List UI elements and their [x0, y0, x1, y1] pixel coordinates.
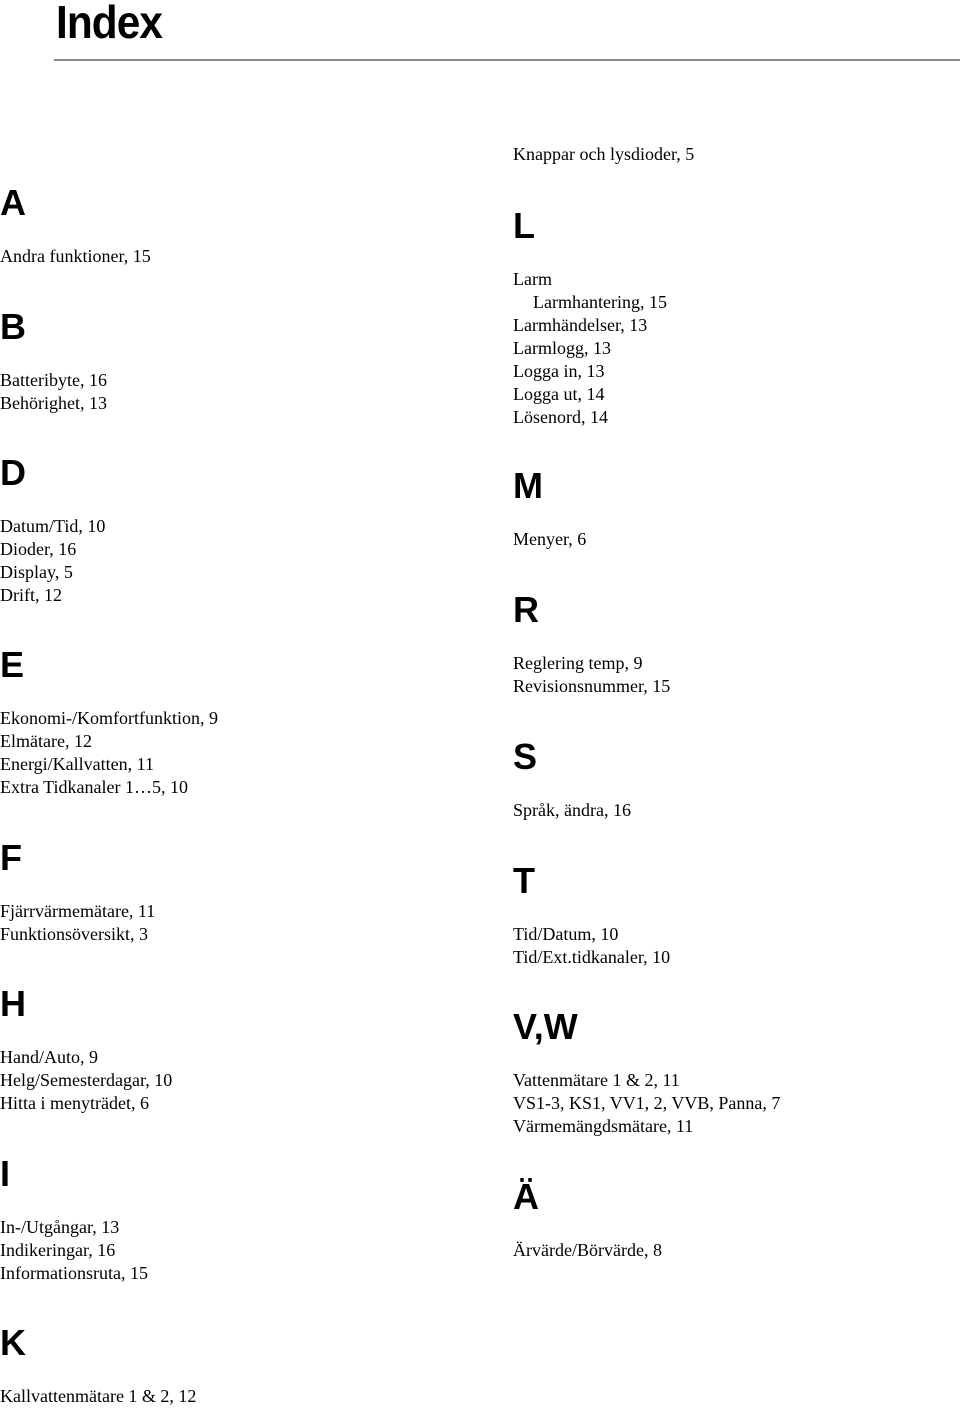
index-entry: Energi/Kallvatten, 11 [0, 754, 154, 774]
section-letter: K [0, 1322, 26, 1363]
index-entry: Revisionsnummer, 15 [513, 676, 671, 696]
index-entry: Tid/Datum, 10 [513, 924, 619, 944]
index-entry: Extra Tidkanaler 1…5, 10 [0, 777, 188, 797]
section-letter: A [0, 182, 26, 223]
section-letter: D [0, 452, 26, 493]
section-letter: R [513, 589, 539, 630]
section-letter: B [0, 306, 26, 347]
index-entry: Värmemängdsmätare, 11 [513, 1116, 694, 1136]
index-section-s: S Språk, ändra, 16 [513, 737, 631, 822]
index-entry: Helg/Semesterdagar, 10 [0, 1070, 173, 1090]
section-letter: H [0, 983, 26, 1024]
index-entry: Språk, ändra, 16 [513, 800, 631, 820]
index-entry: VS1-3, KS1, VV1, 2, VVB, Panna, 7 [513, 1093, 781, 1113]
index-section-m: M Menyer, 6 [513, 466, 586, 551]
index-entry: Logga ut, 14 [513, 384, 605, 404]
index-entry: Drift, 12 [0, 585, 62, 605]
index-entry: Vattenmätare 1 & 2, 11 [513, 1070, 680, 1090]
index-section-r: R Reglering temp, 9 Revisionsnummer, 15 [513, 590, 670, 698]
title-divider [54, 59, 960, 61]
index-entry: Larmhändelser, 13 [513, 315, 648, 335]
section-letter: F [0, 837, 22, 878]
index-section-vw: V,W Vattenmätare 1 & 2, 11 VS1-3, KS1, V… [513, 1007, 780, 1138]
index-entry: Ärvärde/Börvärde, 8 [513, 1240, 662, 1260]
index-entry: Fjärrvärmemätare, 11 [0, 901, 156, 921]
index-entry: Hand/Auto, 9 [0, 1047, 98, 1067]
index-entry: In-/Utgångar, 13 [0, 1217, 120, 1237]
index-section-f: F Fjärrvärmemätare, 11 Funktionsöversikt… [0, 838, 155, 946]
index-section-k: K Kallvattenmätare 1 & 2, 12 [0, 1323, 196, 1408]
index-entry: Tid/Ext.tidkanaler, 10 [513, 947, 671, 967]
index-entry: Menyer, 6 [513, 529, 587, 549]
index-entry: Ekonomi-/Komfortfunktion, 9 [0, 708, 218, 728]
section-letter: T [513, 860, 535, 901]
index-entry: Reglering temp, 9 [513, 653, 643, 673]
index-subentry: Larmhantering, 15 [533, 292, 667, 312]
index-entry: Andra funktioner, 15 [0, 246, 151, 266]
index-entry: Elmätare, 12 [0, 731, 92, 751]
index-entry: Hitta i menyträdet, 6 [0, 1093, 149, 1113]
index-section-a: A Andra funktioner, 15 [0, 183, 151, 268]
index-entry: Datum/Tid, 10 [0, 516, 106, 536]
index-entry: Funktionsöversikt, 3 [0, 924, 149, 944]
index-entry: Lösenord, 14 [513, 407, 608, 427]
index-section-t: T Tid/Datum, 10 Tid/Ext.tidkanaler, 10 [513, 861, 670, 969]
index-entry: Dioder, 16 [0, 539, 77, 559]
index-entry: Larm [513, 269, 552, 289]
index-entry: Batteribyte, 16 [0, 370, 107, 390]
index-entry: Kallvattenmätare 1 & 2, 12 [0, 1386, 197, 1406]
section-letter: I [0, 1153, 11, 1194]
index-entry: Indikeringar, 16 [0, 1240, 116, 1260]
index-section-d: D Datum/Tid, 10 Dioder, 16 Display, 5 Dr… [0, 453, 105, 607]
section-letter: E [0, 644, 25, 685]
section-letter: M [513, 465, 543, 506]
index-section-h: H Hand/Auto, 9 Helg/Semesterdagar, 10 Hi… [0, 984, 172, 1115]
index-section-i: I In-/Utgångar, 13 Indikeringar, 16 Info… [0, 1154, 148, 1285]
index-entry: Informationsruta, 15 [0, 1263, 148, 1283]
index-section-l: L Larm Larmhantering, 15 Larmhändelser, … [513, 206, 667, 429]
index-entry: Display, 5 [0, 562, 73, 582]
section-letter: L [513, 205, 535, 246]
section-letter: V,W [513, 1006, 578, 1047]
index-entry-continued: Knappar och lysdioder, 5 [513, 144, 695, 164]
index-entry: Behörighet, 13 [0, 393, 107, 413]
section-letter: S [513, 736, 538, 777]
index-section-b: B Batteribyte, 16 Behörighet, 13 [0, 307, 107, 415]
index-entry: Logga in, 13 [513, 361, 605, 381]
index-section-e: E Ekonomi-/Komfortfunktion, 9 Elmätare, … [0, 645, 218, 799]
page-title: Index [56, 0, 163, 48]
index-section-a-umlaut: Ä Ärvärde/Börvärde, 8 [513, 1177, 662, 1262]
index-entry: Larmlogg, 13 [513, 338, 611, 358]
section-letter: Ä [513, 1176, 539, 1217]
